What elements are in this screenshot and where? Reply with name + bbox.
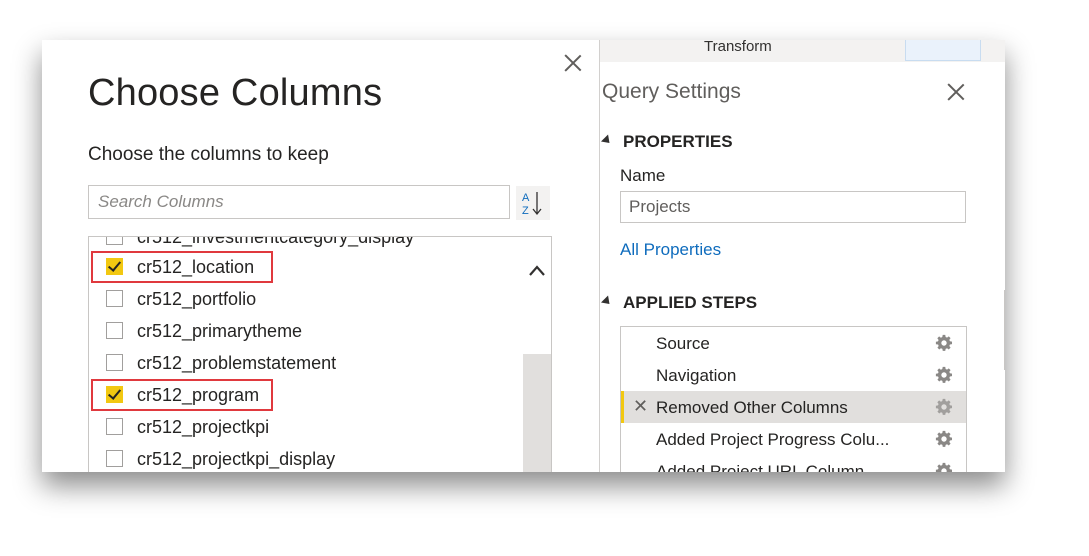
dialog-subtitle: Choose the columns to keep: [88, 144, 329, 165]
applied-step-navigation[interactable]: Navigation: [621, 359, 966, 391]
applied-steps-heading-label: APPLIED STEPS: [623, 293, 758, 312]
sort-az-icon: A Z: [522, 192, 542, 217]
svg-text:Z: Z: [522, 205, 529, 217]
checkbox[interactable]: [106, 386, 123, 403]
column-item[interactable]: cr512_projectkpi: [89, 411, 519, 443]
column-label: cr512_primarytheme: [137, 321, 303, 341]
svg-text:A: A: [522, 192, 530, 204]
step-label: Added Project Progress Colu...: [656, 430, 890, 449]
column-item-cr512-program[interactable]: cr512_program: [89, 379, 519, 411]
query-name-input[interactable]: Projects: [620, 191, 966, 223]
applied-steps-list: Source Navigation ✕ Removed Other Column…: [620, 326, 967, 472]
gear-icon[interactable]: [935, 398, 953, 416]
gear-icon[interactable]: [935, 334, 953, 352]
column-label: cr512_location: [137, 257, 255, 277]
query-settings-title: Query Settings: [602, 80, 741, 103]
checkbox[interactable]: [106, 450, 123, 467]
column-label: cr512_investmentcategory_display: [137, 236, 415, 247]
step-label: Source: [656, 334, 710, 353]
choose-columns-dialog: Choose Columns Choose the columns to kee…: [42, 40, 600, 472]
search-columns-input[interactable]: [88, 185, 510, 219]
query-settings-panel: Query Settings PROPERTIES Name Projects …: [600, 62, 1005, 472]
properties-heading-label: PROPERTIES: [623, 132, 733, 151]
applied-step-removed-other-columns[interactable]: ✕ Removed Other Columns: [621, 391, 966, 423]
checkbox[interactable]: [106, 258, 123, 275]
panel-divider: [1004, 290, 1005, 370]
app-frame: Transform Query Settings PROPERTIES Name…: [42, 40, 1005, 472]
properties-heading[interactable]: PROPERTIES: [600, 132, 733, 152]
checkbox[interactable]: [106, 322, 123, 339]
ribbon: Transform: [600, 40, 1005, 64]
gear-icon[interactable]: [935, 366, 953, 384]
column-item-cr512-location[interactable]: cr512_location: [89, 251, 519, 283]
checkbox[interactable]: [106, 290, 123, 307]
applied-steps-heading[interactable]: APPLIED STEPS: [600, 293, 758, 313]
columns-scrollbar[interactable]: [523, 237, 551, 472]
sort-az-button[interactable]: A Z: [516, 186, 550, 220]
selection-indicator: [621, 391, 624, 423]
step-label: Navigation: [656, 366, 737, 385]
column-label: cr512_portfolio: [137, 289, 257, 309]
close-icon[interactable]: [944, 80, 968, 104]
gear-icon[interactable]: [935, 462, 953, 472]
checkbox[interactable]: [106, 418, 123, 435]
applied-step-added-project-progress-column[interactable]: Added Project Progress Colu...: [621, 423, 966, 455]
column-item[interactable]: cr512_projectkpi_display: [89, 443, 519, 472]
delete-step-icon[interactable]: ✕: [633, 396, 648, 417]
dialog-title: Choose Columns: [88, 72, 383, 114]
column-item[interactable]: cr512_problemstatement: [89, 347, 519, 379]
applied-step-source[interactable]: Source: [621, 327, 966, 359]
column-label: cr512_problemstatement: [137, 353, 337, 373]
chevron-up-icon[interactable]: [529, 263, 545, 279]
column-item[interactable]: cr512_primarytheme: [89, 315, 519, 347]
collapse-triangle-icon[interactable]: [600, 134, 614, 147]
column-label: cr512_program: [137, 385, 260, 405]
all-properties-link[interactable]: All Properties: [620, 240, 721, 260]
power-query-editor: Transform Query Settings PROPERTIES Name…: [600, 40, 1005, 472]
collapse-triangle-icon[interactable]: [600, 295, 614, 308]
scrollbar-thumb[interactable]: [523, 354, 551, 472]
checkbox[interactable]: [106, 237, 123, 245]
column-label: cr512_projectkpi_display: [137, 449, 336, 469]
step-label: Added Project URL Column: [656, 462, 865, 472]
step-label: Removed Other Columns: [656, 398, 848, 417]
checkbox[interactable]: [106, 354, 123, 371]
name-label: Name: [620, 166, 666, 185]
columns-list: cr512_investmentcategory_display cr512_l…: [88, 236, 552, 472]
close-icon[interactable]: [562, 52, 584, 74]
ribbon-button[interactable]: [905, 40, 981, 61]
ribbon-transform-label[interactable]: Transform: [704, 40, 772, 55]
column-label: cr512_projectkpi: [137, 417, 270, 437]
column-item[interactable]: cr512_portfolio: [89, 283, 519, 315]
applied-step-added-project-url-column[interactable]: Added Project URL Column: [621, 455, 966, 472]
gear-icon[interactable]: [935, 430, 953, 448]
